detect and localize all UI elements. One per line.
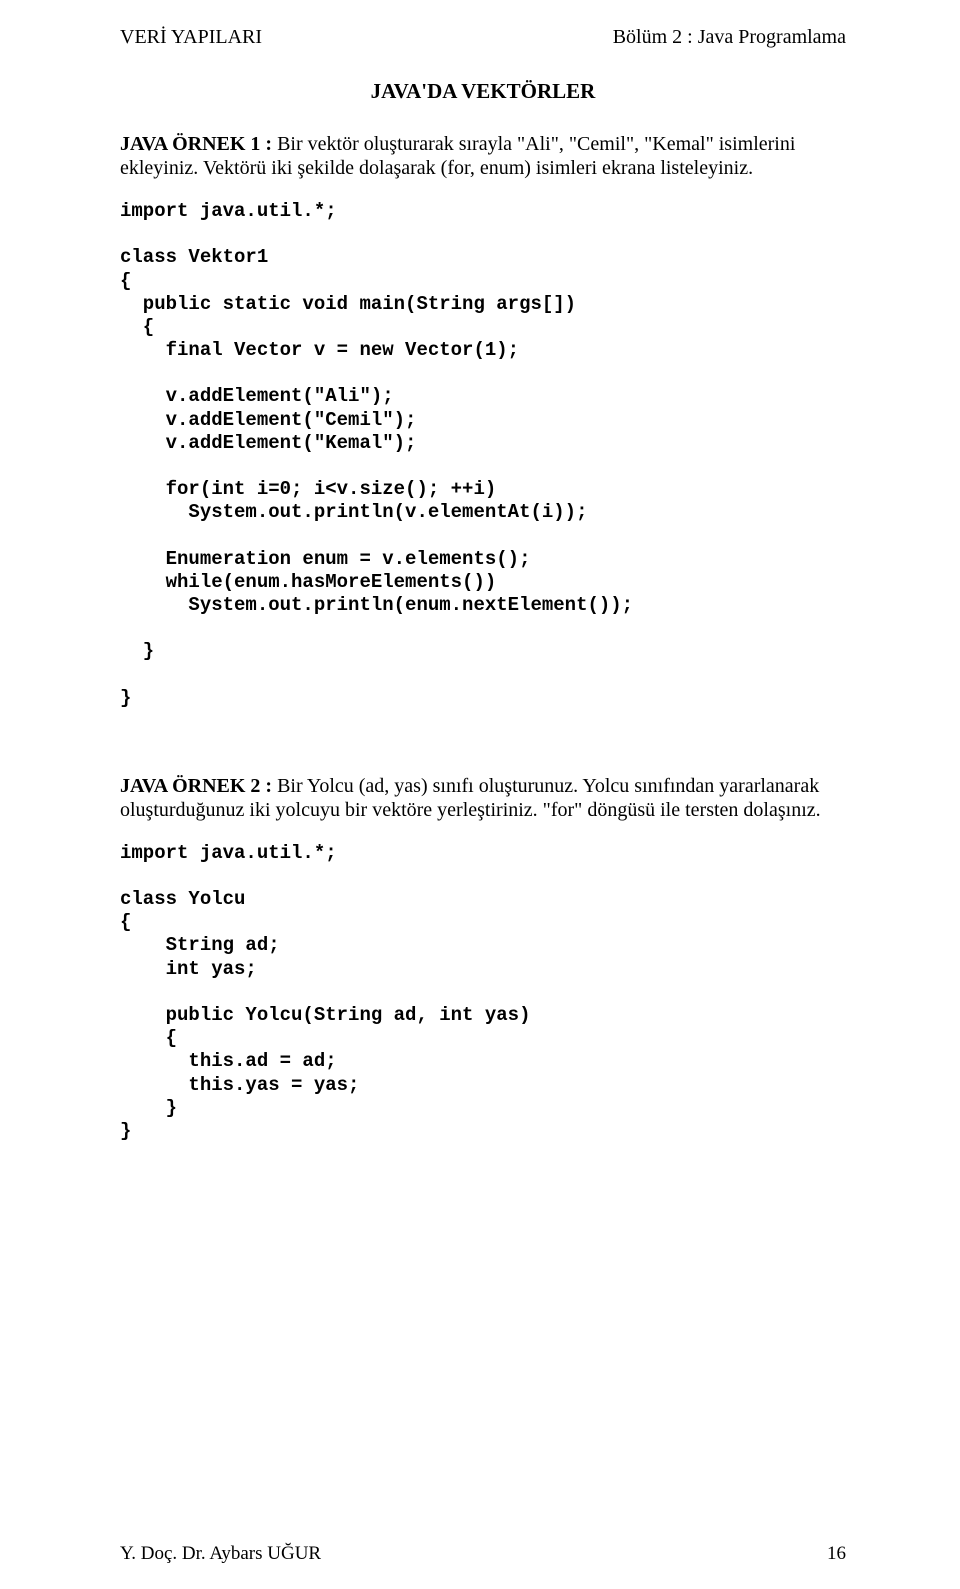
example-1-description: JAVA ÖRNEK 1 : Bir vektör oluşturarak sı… bbox=[120, 132, 846, 180]
code-block-1: import java.util.*; class Vektor1 { publ… bbox=[120, 200, 846, 710]
example-2-description: JAVA ÖRNEK 2 : Bir Yolcu (ad, yas) sınıf… bbox=[120, 774, 846, 822]
page-title: JAVA'DA VEKTÖRLER bbox=[120, 79, 846, 104]
page-footer: Y. Doç. Dr. Aybars UĞUR 16 bbox=[120, 1543, 846, 1565]
example-1-lead: JAVA ÖRNEK 1 : bbox=[120, 133, 277, 155]
page: VERİ YAPILARI Bölüm 2 : Java Programlama… bbox=[0, 0, 960, 1589]
page-header: VERİ YAPILARI Bölüm 2 : Java Programlama bbox=[120, 26, 846, 49]
footer-page-number: 16 bbox=[827, 1543, 846, 1565]
header-right: Bölüm 2 : Java Programlama bbox=[613, 26, 846, 49]
example-2-lead: JAVA ÖRNEK 2 : bbox=[120, 775, 277, 797]
code-block-2: import java.util.*; class Yolcu { String… bbox=[120, 842, 846, 1143]
footer-author: Y. Doç. Dr. Aybars UĞUR bbox=[120, 1543, 321, 1565]
header-left: VERİ YAPILARI bbox=[120, 26, 262, 49]
